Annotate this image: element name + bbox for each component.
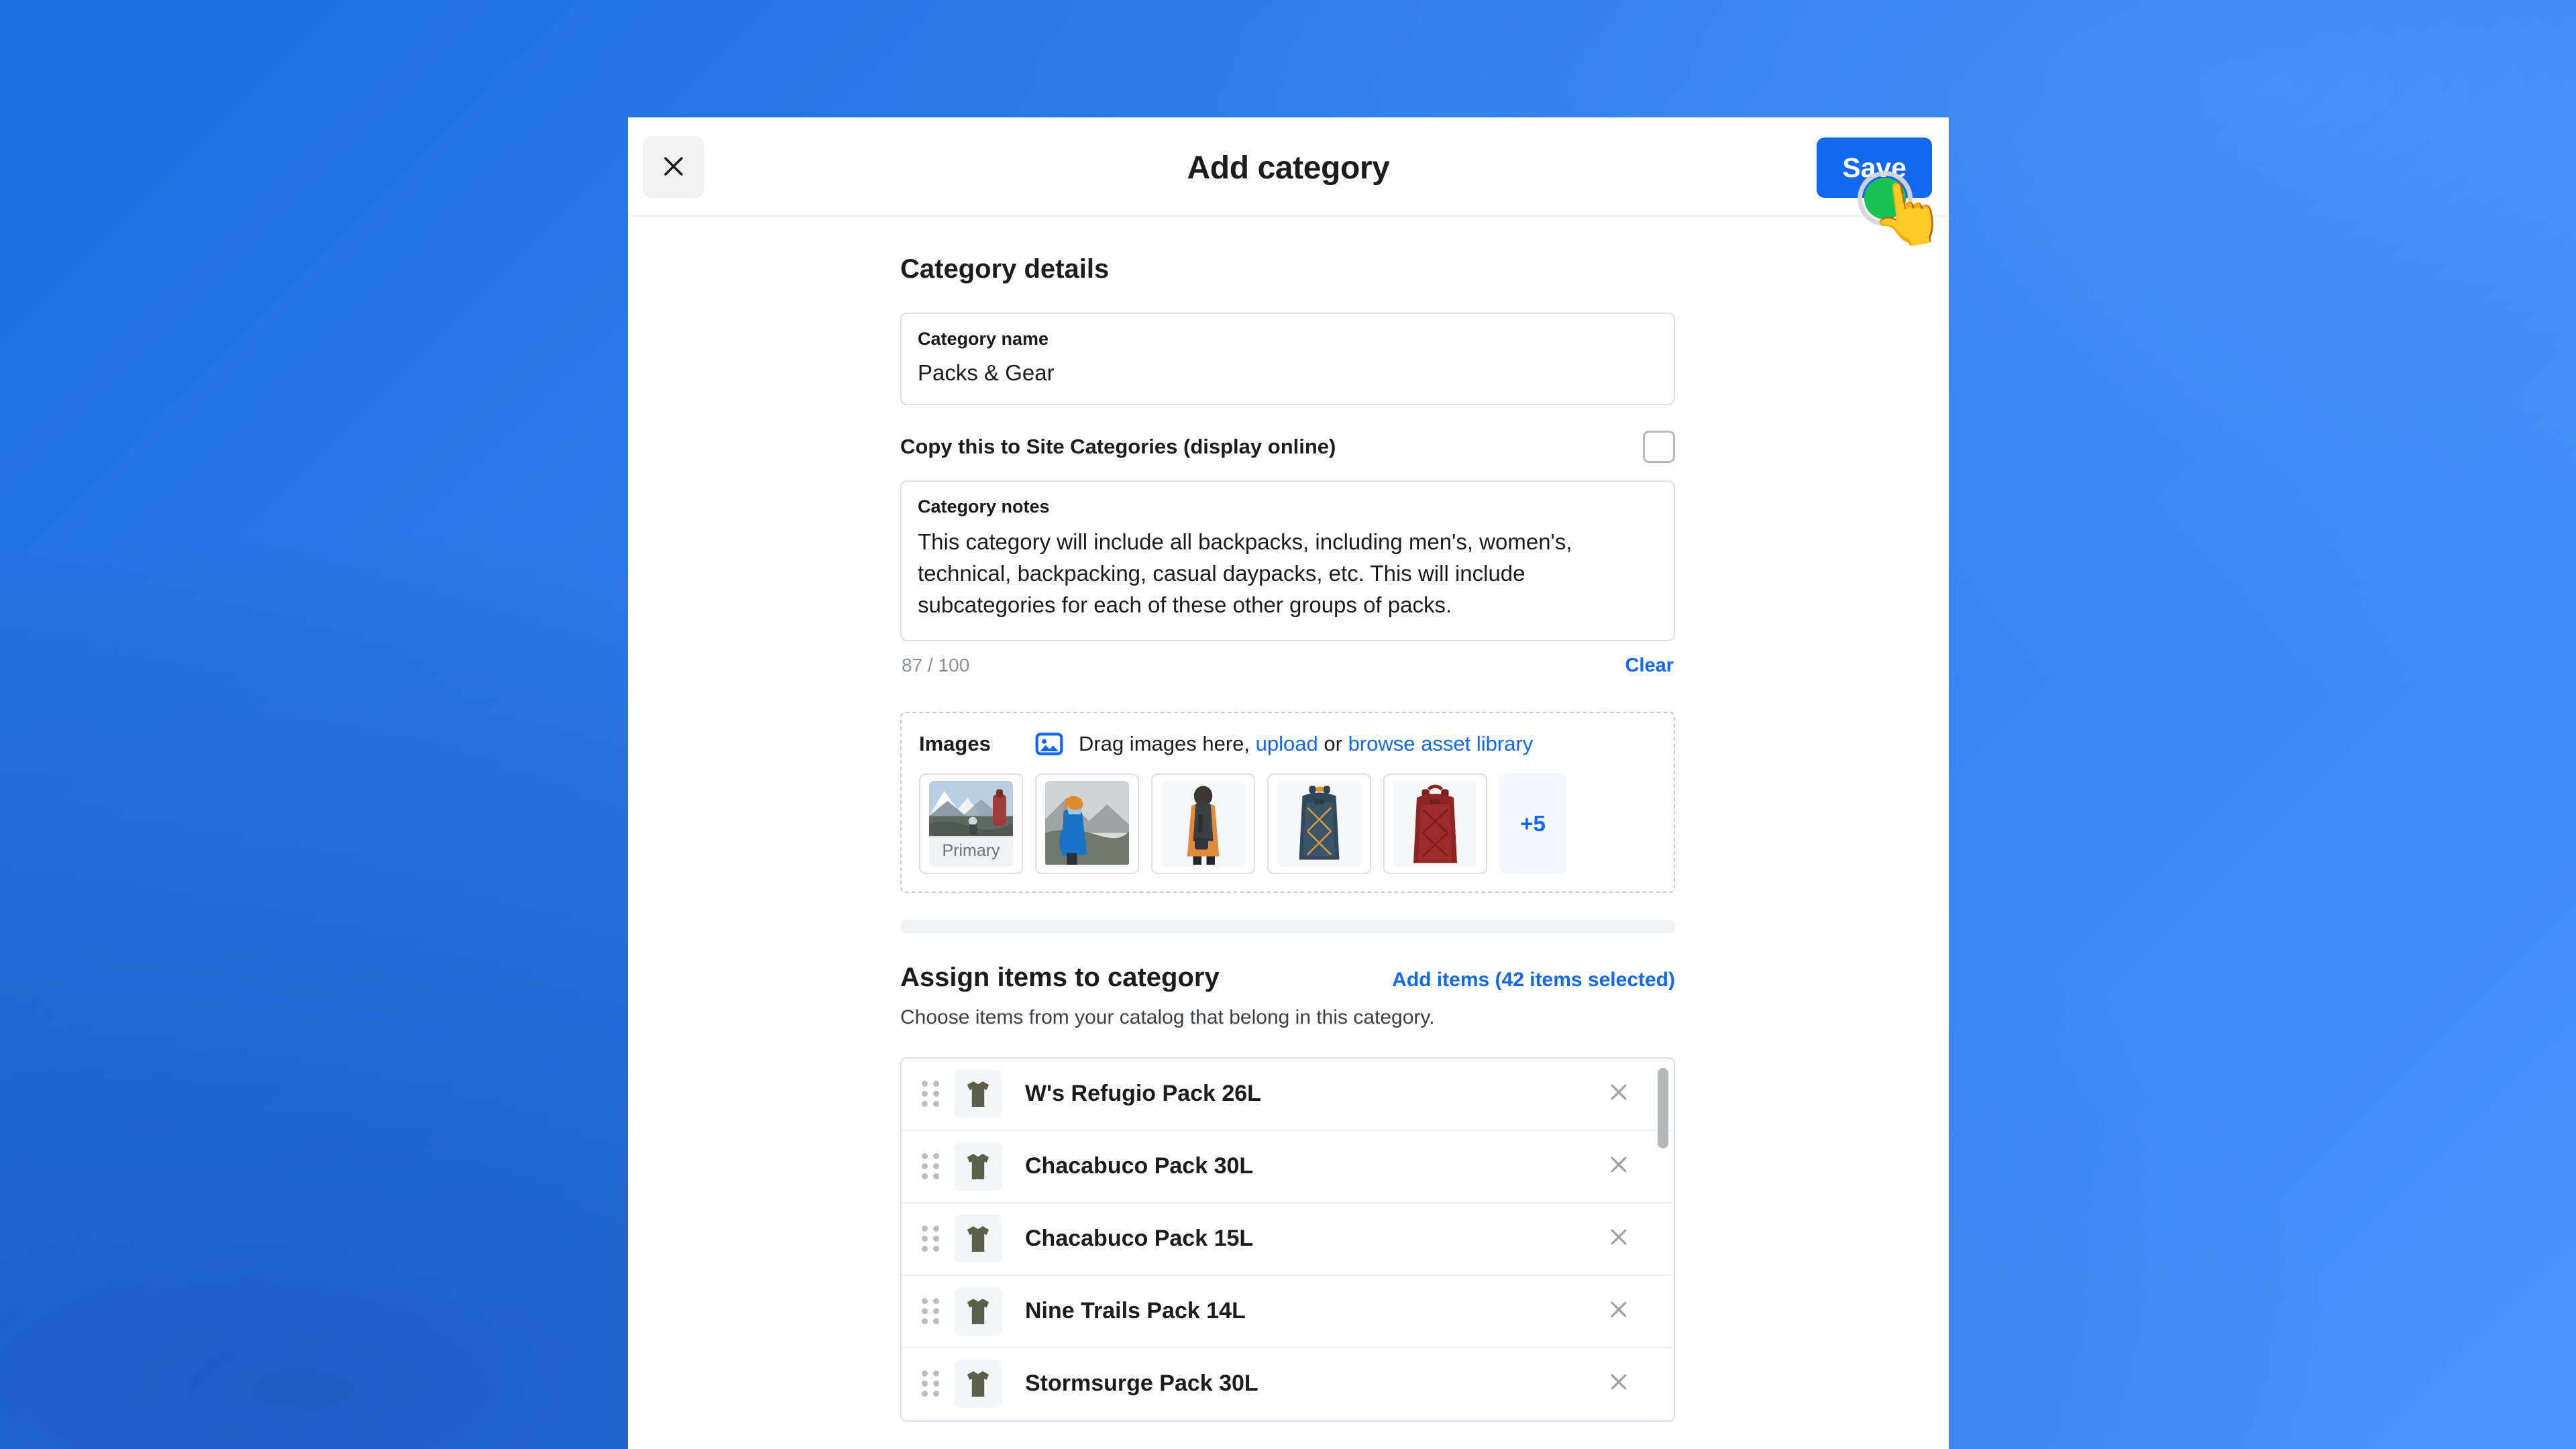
images-label: Images bbox=[919, 731, 991, 755]
close-icon bbox=[1607, 1153, 1630, 1179]
save-button[interactable]: Save bbox=[1817, 138, 1932, 198]
thumbnail-person-pack bbox=[1161, 780, 1245, 867]
thumbnail-climber bbox=[1045, 780, 1129, 867]
image-thumbnail[interactable] bbox=[1035, 773, 1139, 874]
page-title: Add category bbox=[1187, 150, 1390, 186]
tshirt-icon bbox=[954, 1214, 1002, 1263]
list-item[interactable]: Stormsurge Pack 30L bbox=[902, 1348, 1674, 1421]
list-item[interactable]: W's Refugio Pack 26L bbox=[902, 1059, 1674, 1131]
item-name: Stormsurge Pack 30L bbox=[1025, 1371, 1258, 1397]
item-name: Chacabuco Pack 15L bbox=[1025, 1226, 1254, 1252]
close-icon bbox=[1607, 1298, 1630, 1324]
image-icon bbox=[1034, 729, 1064, 759]
remove-item-button[interactable] bbox=[1604, 1224, 1633, 1254]
upload-link[interactable]: upload bbox=[1256, 732, 1318, 755]
remove-item-button[interactable] bbox=[1604, 1152, 1633, 1181]
images-dropzone[interactable]: Images Drag images here, upload or brows… bbox=[900, 711, 1675, 893]
close-icon bbox=[1607, 1371, 1630, 1397]
tshirt-icon bbox=[954, 1069, 1002, 1118]
close-icon bbox=[1607, 1081, 1630, 1107]
list-item[interactable]: Chacabuco Pack 30L bbox=[902, 1131, 1674, 1203]
category-name-field[interactable]: Category name Packs & Gear bbox=[900, 313, 1675, 405]
tshirt-icon bbox=[954, 1359, 1002, 1408]
remove-item-button[interactable] bbox=[1604, 1079, 1633, 1109]
category-details-heading: Category details bbox=[900, 254, 1110, 284]
notes-counter-row: 87 / 100 Clear bbox=[900, 655, 1675, 677]
remove-item-button[interactable] bbox=[1604, 1297, 1633, 1326]
more-images-button[interactable]: +5 bbox=[1499, 773, 1566, 874]
horizontal-scrollbar[interactable] bbox=[900, 919, 1675, 933]
category-notes-textarea[interactable]: This category will include all backpacks… bbox=[918, 527, 1658, 621]
modal-content: Category details Category name Packs & G… bbox=[900, 217, 1675, 1422]
assigned-items-list: W's Refugio Pack 26L Chacabuco Pack 30L bbox=[900, 1057, 1675, 1422]
thumbnail-pack-teal bbox=[1277, 780, 1361, 867]
copy-to-site-categories-label: Copy this to Site Categories (display on… bbox=[900, 434, 1336, 458]
drag-handle-icon[interactable] bbox=[922, 1226, 939, 1252]
add-items-link[interactable]: Add items (42 items selected) bbox=[1392, 969, 1675, 991]
item-name: W's Refugio Pack 26L bbox=[1025, 1081, 1261, 1107]
tshirt-icon bbox=[954, 1287, 1002, 1336]
copy-to-site-categories-row: Copy this to Site Categories (display on… bbox=[900, 430, 1675, 463]
browse-asset-library-link[interactable]: browse asset library bbox=[1348, 732, 1534, 755]
item-name: Nine Trails Pack 14L bbox=[1025, 1298, 1246, 1324]
list-item[interactable]: Chacabuco Pack 15L bbox=[902, 1203, 1674, 1276]
category-name-label: Category name bbox=[918, 329, 1049, 349]
remove-item-button[interactable] bbox=[1604, 1369, 1633, 1399]
category-name-input[interactable]: Packs & Gear bbox=[918, 358, 1658, 389]
modal-header: Add category Save bbox=[628, 117, 1949, 217]
person-pack-art bbox=[1161, 780, 1245, 865]
assign-items-heading: Assign items to category bbox=[900, 962, 1220, 992]
image-thumbnail[interactable] bbox=[1151, 773, 1255, 874]
climber-art bbox=[1045, 780, 1129, 865]
close-icon bbox=[1607, 1226, 1630, 1252]
list-item[interactable]: Nine Trails Pack 14L bbox=[902, 1276, 1674, 1348]
list-scrollbar-thumb[interactable] bbox=[1658, 1067, 1668, 1148]
item-name: Chacabuco Pack 30L bbox=[1025, 1153, 1254, 1179]
tshirt-icon bbox=[954, 1142, 1002, 1191]
copy-to-site-categories-checkbox[interactable] bbox=[1643, 430, 1675, 463]
assign-items-header: Assign items to category Add items (42 i… bbox=[900, 963, 1675, 993]
category-notes-label: Category notes bbox=[918, 496, 1050, 517]
thumbnail-landscape: Primary bbox=[929, 780, 1013, 867]
images-hint-middle: or bbox=[1324, 731, 1342, 755]
add-category-modal: Add category Save Category details Categ… bbox=[628, 117, 1949, 1449]
assign-items-description: Choose items from your catalog that belo… bbox=[900, 1006, 1435, 1028]
images-header: Images Drag images here, upload or brows… bbox=[919, 729, 1656, 759]
teal-backpack-art bbox=[1277, 780, 1361, 865]
image-thumbnail[interactable]: Primary bbox=[919, 773, 1023, 874]
drag-handle-icon[interactable] bbox=[922, 1153, 939, 1180]
red-backpack-art bbox=[1393, 780, 1477, 865]
list-scrollbar[interactable] bbox=[1658, 1065, 1668, 1414]
drag-handle-icon[interactable] bbox=[922, 1371, 939, 1397]
image-thumbnail[interactable] bbox=[1383, 773, 1487, 874]
character-counter: 87 / 100 bbox=[902, 655, 970, 676]
clear-link[interactable]: Clear bbox=[1625, 655, 1674, 677]
drag-handle-icon[interactable] bbox=[922, 1298, 939, 1325]
thumbnail-pack-red bbox=[1393, 780, 1477, 867]
primary-badge: Primary bbox=[929, 835, 1013, 867]
images-hint: Drag images here, upload or browse asset… bbox=[1079, 732, 1533, 756]
image-thumbnail[interactable] bbox=[1267, 773, 1371, 874]
category-notes-field[interactable]: Category notes This category will includ… bbox=[900, 480, 1675, 641]
image-thumbnail-list: Primary +5 bbox=[919, 773, 1656, 874]
drag-handle-icon[interactable] bbox=[922, 1081, 939, 1108]
images-hint-prefix: Drag images here, bbox=[1079, 731, 1250, 755]
